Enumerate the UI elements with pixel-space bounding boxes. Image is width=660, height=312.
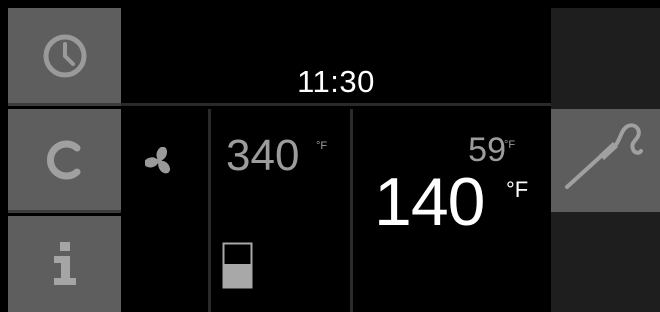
fan-icon xyxy=(145,147,171,174)
probe-temperature-panel[interactable]: 59 °F 140 °F xyxy=(353,109,551,312)
probe-current-temperature-unit: °F xyxy=(506,177,529,202)
oven-temperature-panel[interactable]: 340 °F xyxy=(211,109,350,312)
c-button[interactable] xyxy=(8,109,121,213)
oven-temperature: 340 xyxy=(226,131,300,180)
probe-button[interactable] xyxy=(551,109,660,212)
right-panel-bottom xyxy=(551,212,660,312)
right-panel-top xyxy=(551,8,660,109)
probe-set-temperature-unit: °F xyxy=(504,139,516,151)
probe-current-temperature: 140 xyxy=(374,164,485,240)
clock-button[interactable] xyxy=(8,8,121,106)
oven-door-icon xyxy=(222,242,253,289)
c-icon xyxy=(46,140,80,179)
info-icon xyxy=(53,242,76,285)
clock-icon xyxy=(43,34,86,77)
clock-time: 11:30 xyxy=(297,64,375,99)
meat-probe-icon xyxy=(565,123,643,189)
fan-panel[interactable] xyxy=(121,109,208,312)
probe-set-temperature: 59 xyxy=(468,131,506,169)
status-bar: 11:30 xyxy=(121,8,551,106)
info-button[interactable] xyxy=(8,216,121,312)
oven-temperature-unit: °F xyxy=(316,140,328,152)
